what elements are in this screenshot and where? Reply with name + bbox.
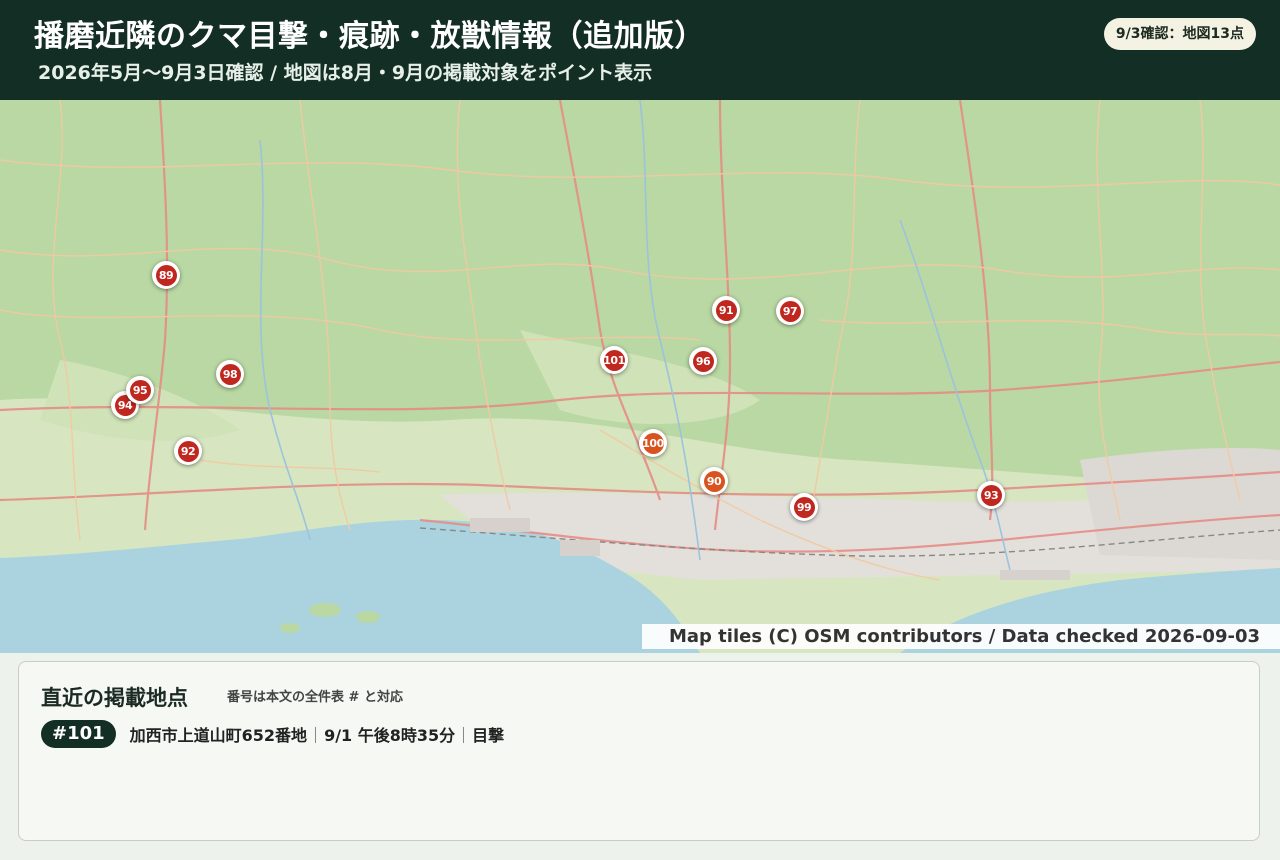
map-marker-100[interactable]: 100 <box>639 429 667 457</box>
entry-place: 加西市上道山町652番地 <box>129 726 308 745</box>
list-item[interactable]: #101 加西市上道山町652番地 9/1 午後8時35分 目撃 <box>41 720 504 748</box>
marker-label: 101 <box>603 349 625 371</box>
map-marker-93[interactable]: 93 <box>977 481 1005 509</box>
recent-locations-panel: 直近の掲載地点 番号は本文の全件表 # と対応 #101 加西市上道山町652番… <box>18 661 1260 841</box>
entry-datetime: 9/1 午後8時35分 <box>324 726 456 745</box>
marker-label: 100 <box>642 432 664 454</box>
separator <box>315 727 317 743</box>
map-marker-97[interactable]: 97 <box>776 297 804 325</box>
marker-label: 99 <box>793 496 815 518</box>
map-marker-98[interactable]: 98 <box>216 360 244 388</box>
map-marker-96[interactable]: 96 <box>689 347 717 375</box>
map-background <box>0 100 1280 653</box>
marker-label: 91 <box>715 299 737 321</box>
marker-label: 95 <box>129 379 151 401</box>
map-view[interactable]: 89 91 97 101 96 98 94 95 92 100 90 99 93… <box>0 100 1280 653</box>
map-marker-95[interactable]: 95 <box>126 376 154 404</box>
map-marker-99[interactable]: 99 <box>790 493 818 521</box>
map-attribution: Map tiles (C) OSM contributors / Data ch… <box>641 624 1280 649</box>
panel-title: 直近の掲載地点 <box>41 686 188 710</box>
panel-note: 番号は本文の全件表 # と対応 <box>227 690 403 705</box>
entry-number-badge: #101 <box>41 720 116 748</box>
marker-label: 93 <box>980 484 1002 506</box>
marker-label: 98 <box>219 363 241 385</box>
page-subtitle: 2026年5月〜9月3日確認 / 地図は8月・9月の掲載対象をポイント表示 <box>38 62 653 84</box>
page-title: 播磨近隣のクマ目撃・痕跡・放獣情報（追加版） <box>34 19 705 54</box>
map-marker-92[interactable]: 92 <box>174 437 202 465</box>
map-marker-90[interactable]: 90 <box>700 467 728 495</box>
marker-label: 97 <box>779 300 801 322</box>
entry-type: 目撃 <box>472 726 505 745</box>
marker-label: 96 <box>692 350 714 372</box>
map-marker-101[interactable]: 101 <box>600 346 628 374</box>
map-marker-91[interactable]: 91 <box>712 296 740 324</box>
separator <box>463 727 465 743</box>
header: 播磨近隣のクマ目撃・痕跡・放獣情報（追加版） 2026年5月〜9月3日確認 / … <box>0 0 1280 100</box>
entry-details: 加西市上道山町652番地 9/1 午後8時35分 目撃 <box>130 722 505 746</box>
marker-label: 90 <box>703 470 725 492</box>
marker-label: 89 <box>155 264 177 286</box>
map-marker-89[interactable]: 89 <box>152 261 180 289</box>
marker-label: 92 <box>177 440 199 462</box>
status-badge: 9/3確認：地図13点 <box>1103 18 1256 50</box>
